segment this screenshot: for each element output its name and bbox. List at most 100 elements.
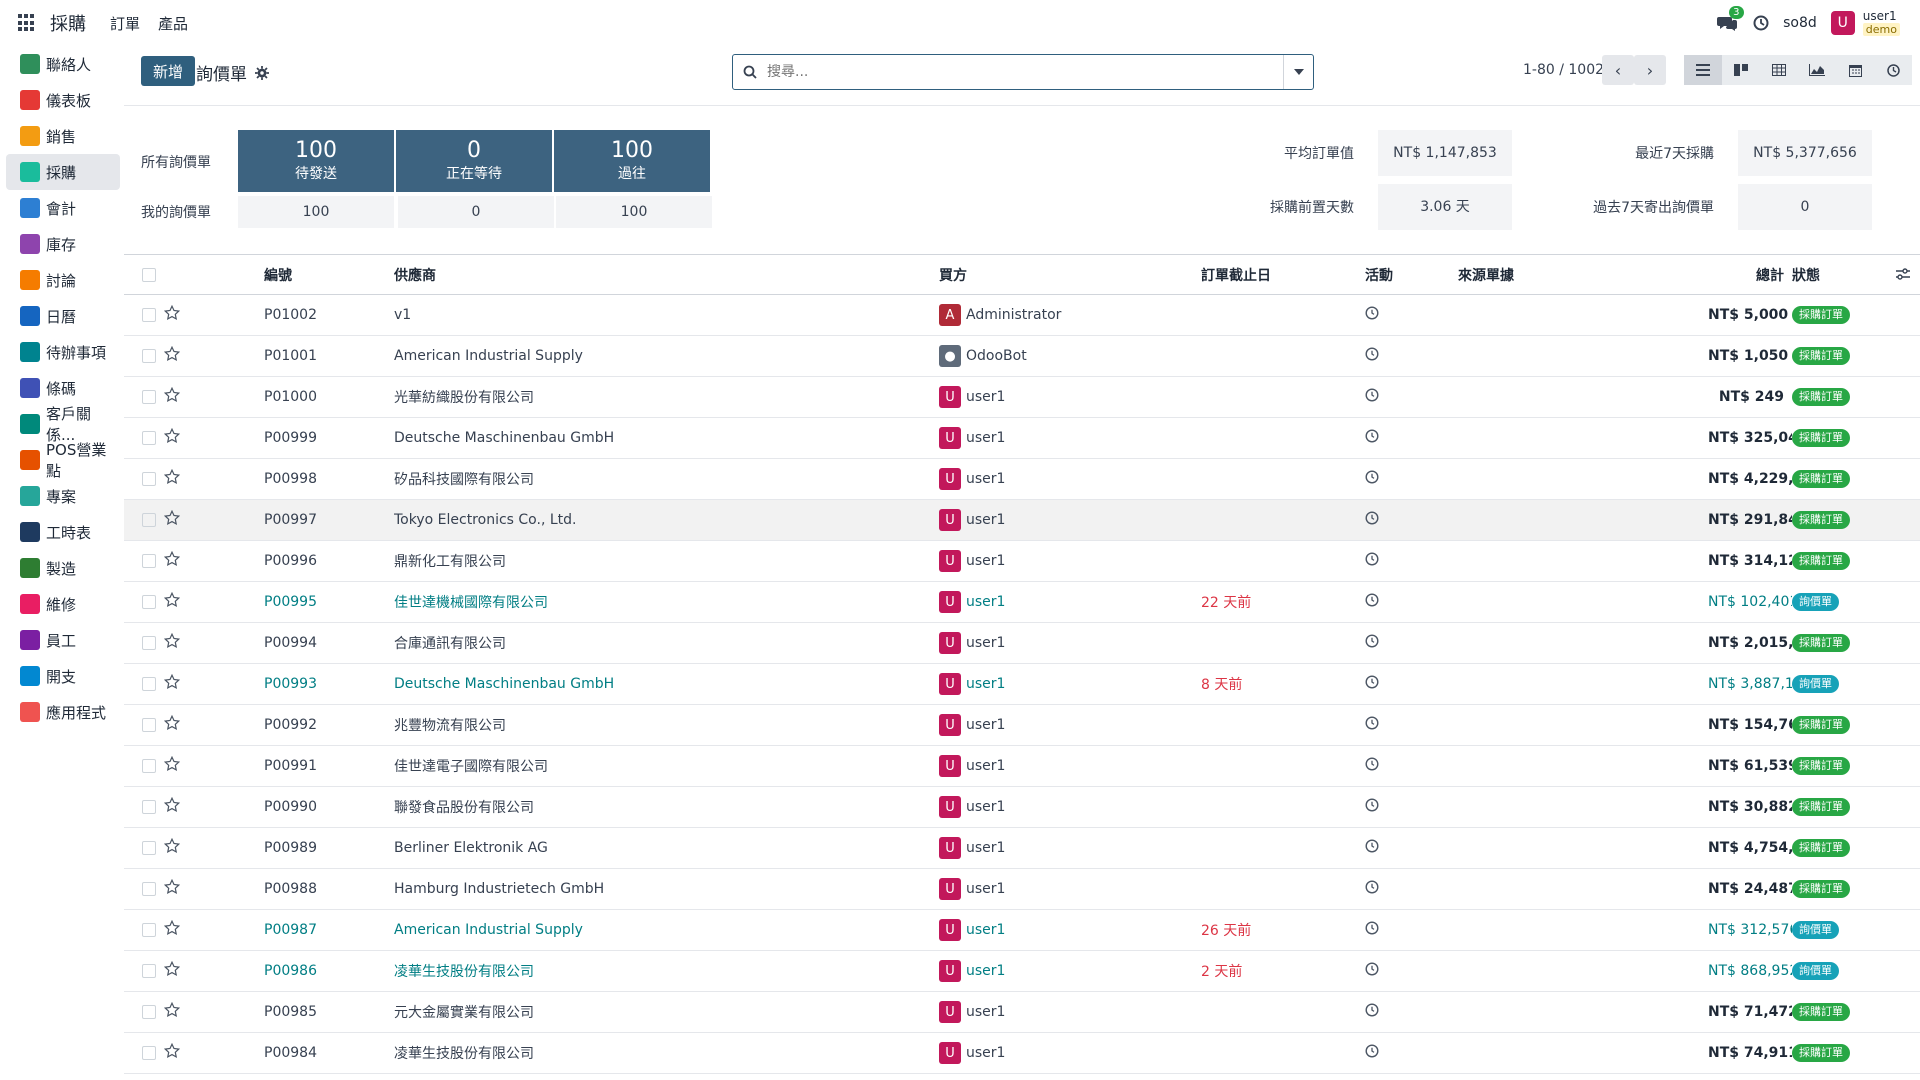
table-row[interactable]: P00998矽品科技國際有限公司Uuser1 NT$ 4,229,114採購訂單 [124, 458, 1920, 500]
activity-clock-icon[interactable] [1365, 552, 1379, 570]
activity-clock-icon[interactable] [1365, 347, 1379, 365]
table-row[interactable]: P00994合庫通訊有限公司Uuser1 NT$ 2,015,852採購訂單 [124, 622, 1920, 664]
sidebar-item[interactable]: 庫存 [6, 226, 120, 262]
row-checkbox[interactable] [142, 718, 156, 732]
col-deadline[interactable]: 訂單截止日 [1201, 254, 1365, 295]
table-row[interactable]: P00999 Deutsche Maschinenbau GmbH Uuser1 NT… [124, 417, 1920, 459]
col-vendor[interactable]: 供應商 [394, 254, 939, 295]
row-checkbox[interactable] [142, 841, 156, 855]
star-icon[interactable] [164, 591, 181, 612]
activity-clock-icon[interactable] [1753, 15, 1769, 31]
table-row[interactable]: P00997 Tokyo Electronics Co., Ltd. Uuser1 N… [124, 499, 1920, 541]
star-icon[interactable] [164, 919, 181, 940]
sidebar-item[interactable]: 專案 [6, 478, 120, 514]
activity-clock-icon[interactable] [1365, 716, 1379, 734]
table-row[interactable]: P00985 元大金屬實業有限公司 Uuser1 NT$ 71,472 採購訂單 [124, 991, 1920, 1033]
activity-clock-icon[interactable] [1365, 511, 1379, 529]
app-title[interactable]: 採購 [50, 10, 86, 36]
col-total[interactable]: 總計 [1708, 254, 1792, 295]
sidebar-item[interactable]: 工時表 [6, 514, 120, 550]
row-checkbox[interactable] [142, 349, 156, 363]
row-checkbox[interactable] [142, 677, 156, 691]
sidebar-item[interactable]: 條碼 [6, 370, 120, 406]
pager-next-button[interactable]: › [1634, 55, 1666, 85]
sidebar-item[interactable]: 聯絡人 [6, 46, 120, 82]
star-icon[interactable] [164, 386, 181, 407]
table-row[interactable]: P00992兆豐物流有限公司Uuser1 NT$ 154,766採購訂單 [124, 704, 1920, 746]
row-checkbox[interactable] [142, 759, 156, 773]
my-to-send[interactable]: 100 [238, 196, 394, 228]
sidebar-item[interactable]: POS營業點 [6, 441, 120, 480]
table-row[interactable]: P00984 凌華生技股份有限公司 Uuser1 NT$ 74,911 採購訂單 [124, 1032, 1920, 1074]
row-checkbox[interactable] [142, 964, 156, 978]
row-checkbox[interactable] [142, 636, 156, 650]
pager-prev-button[interactable]: ‹ [1602, 55, 1634, 85]
star-icon[interactable] [164, 960, 181, 981]
gear-icon[interactable] [255, 65, 269, 80]
star-icon[interactable] [164, 304, 181, 325]
star-icon[interactable] [164, 878, 181, 899]
star-icon[interactable] [164, 796, 181, 817]
table-row[interactable]: P01000 光華紡織股份有限公司 Uuser1 NT$ 249 採購訂單 [124, 376, 1920, 418]
select-all-checkbox[interactable] [142, 267, 156, 282]
chat-icon[interactable]: 3 [1717, 6, 1744, 31]
user-menu[interactable]: user1 demo [1862, 10, 1900, 36]
table-row[interactable]: P00990 聯發食品股份有限公司 Uuser1 NT$ 30,882 採購訂單 [124, 786, 1920, 828]
row-checkbox[interactable] [142, 431, 156, 445]
table-row[interactable]: P00988 Hamburg Industrietech GmbH Uuser1 NT… [124, 868, 1920, 910]
sidebar-item[interactable]: 員工 [6, 622, 120, 658]
star-icon[interactable] [164, 837, 181, 858]
search-bar[interactable] [732, 54, 1314, 90]
activity-clock-icon[interactable] [1365, 839, 1379, 857]
star-icon[interactable] [164, 550, 181, 571]
tile-to-send[interactable]: 100 待發送 [238, 130, 394, 192]
row-checkbox[interactable] [142, 308, 156, 322]
col-ref[interactable]: 編號 [264, 254, 394, 295]
my-late[interactable]: 100 [556, 196, 712, 228]
row-checkbox[interactable] [142, 554, 156, 568]
table-row[interactable]: P00986 凌華生技股份有限公司 Uuser1 2 天前 NT$ 868,952 詢價單 [124, 950, 1920, 992]
star-icon[interactable] [164, 673, 181, 694]
table-row[interactable]: P00987 American Industrial Supply Uuser1 26… [124, 909, 1920, 951]
pivot-view-button[interactable] [1760, 55, 1798, 85]
table-row[interactable]: P00991 佳世達電子國際有限公司 Uuser1 NT$ 61,539 採購訂單 [124, 745, 1920, 787]
user-avatar[interactable]: U [1830, 11, 1855, 35]
sidebar-item[interactable]: 日曆 [6, 298, 120, 334]
sidebar-item[interactable]: 採購 [6, 154, 120, 190]
activity-view-button[interactable] [1874, 55, 1912, 85]
graph-view-button[interactable] [1798, 55, 1836, 85]
activity-clock-icon[interactable] [1365, 757, 1379, 775]
table-row[interactable]: P00995 佳世達機械國際有限公司 Uuser1 22 天前 NT$ 102,401 詢… [124, 581, 1920, 623]
star-icon[interactable] [164, 468, 181, 489]
row-checkbox[interactable] [142, 1046, 156, 1060]
col-source[interactable]: 來源單據 [1458, 254, 1708, 295]
database-name[interactable]: so8d [1783, 15, 1817, 31]
search-options-toggle[interactable] [1283, 55, 1313, 89]
row-checkbox[interactable] [142, 390, 156, 404]
sidebar-item[interactable]: 討論 [6, 262, 120, 298]
row-checkbox[interactable] [142, 1005, 156, 1019]
app-grid-icon[interactable] [18, 14, 36, 32]
row-checkbox[interactable] [142, 923, 156, 937]
sidebar-item[interactable]: 儀表板 [6, 82, 120, 118]
sidebar-item[interactable]: 待辦事項 [6, 334, 120, 370]
optional-columns-icon[interactable] [1896, 268, 1910, 280]
tile-late[interactable]: 100 過往 [554, 130, 710, 192]
sidebar-item[interactable]: 應用程式 [6, 694, 120, 730]
table-row[interactable]: P00993 Deutsche Maschinenbau GmbH Uuser1 8 … [124, 663, 1920, 705]
star-icon[interactable] [164, 345, 181, 366]
sidebar-item[interactable]: 開支 [6, 658, 120, 694]
sidebar-item[interactable]: 製造 [6, 550, 120, 586]
activity-clock-icon[interactable] [1365, 306, 1379, 324]
activity-clock-icon[interactable] [1365, 388, 1379, 406]
tile-waiting[interactable]: 0 正在等待 [396, 130, 552, 192]
activity-clock-icon[interactable] [1365, 634, 1379, 652]
star-icon[interactable] [164, 1001, 181, 1022]
activity-clock-icon[interactable] [1365, 1044, 1379, 1062]
activity-clock-icon[interactable] [1365, 880, 1379, 898]
pager-value[interactable]: 1-80 / 1002 [1523, 62, 1604, 78]
sidebar-item[interactable]: 客戶關係... [6, 405, 120, 444]
activity-clock-icon[interactable] [1365, 962, 1379, 980]
table-row[interactable]: P01001 American Industrial Supply ● OdooBot… [124, 335, 1920, 377]
sidebar-item[interactable]: 會計 [6, 190, 120, 226]
